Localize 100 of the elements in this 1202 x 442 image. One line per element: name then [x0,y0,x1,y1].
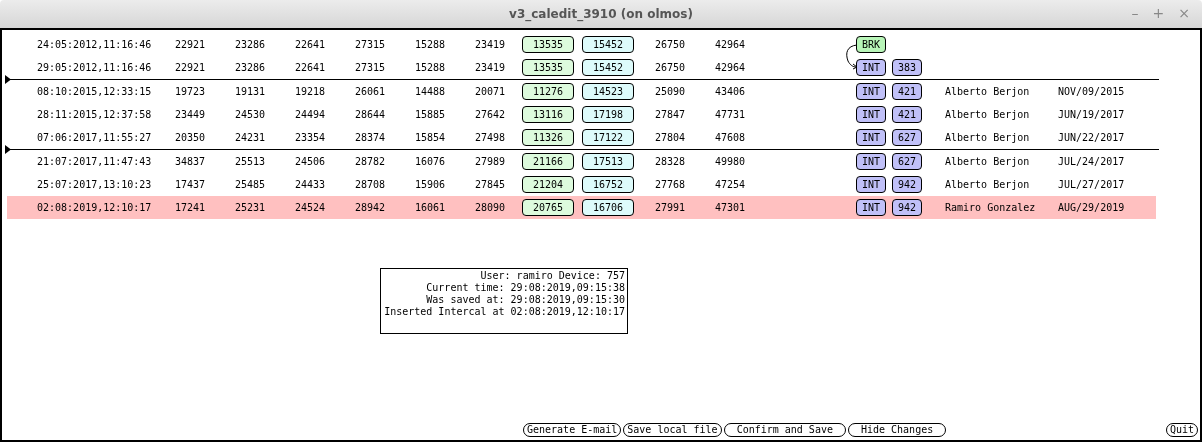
value-cell-text: 27315 [355,39,387,50]
value-field[interactable]: 20765 [522,199,574,216]
value-cell-text: 47608 [715,132,747,143]
number-tag[interactable]: 383 [892,59,922,76]
user-name: Ramiro Gonzalez [945,202,1037,213]
value-field[interactable]: 17513 [582,153,634,170]
quit-button[interactable]: Quit [1165,423,1198,437]
value-cell-text: 26750 [655,62,687,73]
value-field[interactable]: 13535 [522,36,574,53]
value-cell-text: 16076 [415,156,447,167]
date-cell-text: 29:05:2012,11:16:46 [37,62,153,73]
type-tag[interactable]: INT [856,153,886,170]
info-line: Was saved at: 29:08:2019,09:15:30 [426,294,625,306]
action-button[interactable]: Generate E-mail [523,423,622,437]
user-name: Alberto Berjon [945,86,1031,97]
user-name: Alberto Berjon [945,156,1031,167]
value-cell-text: 28942 [355,202,387,213]
type-tag[interactable]: INT [856,199,886,216]
value-field[interactable]: 17198 [582,106,634,123]
value-cell-text: 23286 [235,62,267,73]
value-cell-text: 24231 [235,132,267,143]
date-cell-text: 08:10:2015,12:33:15 [37,86,153,97]
value-cell-text: 27989 [475,156,507,167]
user-date: NOV/09/2015 [1058,86,1126,97]
value-field[interactable]: 15452 [582,59,634,76]
value-field[interactable]: 13535 [522,59,574,76]
value-cell-text: 24433 [295,179,327,190]
value-cell-text: 28708 [355,179,387,190]
table-row[interactable]: 21:07:2017,11:47:43 34837 25513 24506 28782 16076 27989 21166 17513 28328 49980 INT 627 Alberto Berjon JUL/24/2017 [7,150,1156,173]
table-row[interactable]: 24:05:2012,11:16:46 22921 23286 22641 27315 15288 23419 13535 15452 26750 42964 BRK [7,33,1156,56]
value-cell-text: 23419 [475,62,507,73]
value-cell-text: 25231 [235,202,267,213]
number-tag[interactable]: 942 [892,199,922,216]
value-cell-text: 27768 [655,179,687,190]
value-cell-text: 24530 [235,109,267,120]
type-tag[interactable]: BRK [856,36,886,53]
value-cell-text: 34837 [175,156,207,167]
value-cell-text: 24524 [295,202,327,213]
value-cell-text: 19723 [175,86,207,97]
type-tag[interactable]: INT [856,59,886,76]
date-cell-text: 28:11:2015,12:37:58 [37,109,153,120]
number-tag[interactable]: 421 [892,106,922,123]
type-tag[interactable]: INT [856,129,886,146]
value-cell-text: 27847 [655,109,687,120]
value-cell-text: 14488 [415,86,447,97]
value-cell-text: 27804 [655,132,687,143]
value-cell-text: 27315 [355,62,387,73]
action-button[interactable]: Confirm and Save [723,423,846,437]
value-field[interactable]: 11276 [522,83,574,100]
value-cell-text: 15288 [415,62,447,73]
value-cell-text: 28644 [355,109,387,120]
user-date: JUL/24/2017 [1058,156,1126,167]
value-field[interactable]: 16752 [582,176,634,193]
value-field[interactable]: 13116 [522,106,574,123]
value-cell-text: 25485 [235,179,267,190]
value-cell-text: 17437 [175,179,207,190]
value-cell-text: 26750 [655,39,687,50]
value-cell-text: 25090 [655,86,687,97]
user-name: Alberto Berjon [945,179,1031,190]
window-title: v3_caledit_3910 (on olmos) [509,7,693,21]
highlighted-row[interactable]: 02:08:2019,12:10:17 17241 25231 24524 28942 16061 28090 20765 16706 27991 47301 INT 942 Ramiro Gonzalez AUG/29/2019 [7,196,1156,219]
value-field[interactable]: 21166 [522,153,574,170]
value-cell-text: 15854 [415,132,447,143]
value-cell-text: 28782 [355,156,387,167]
value-field[interactable]: 21204 [522,176,574,193]
value-cell-text: 19218 [295,86,327,97]
number-tag[interactable]: 627 [892,129,922,146]
value-cell-text: 17241 [175,202,207,213]
table-row[interactable]: 25:07:2017,13:10:23 17437 25485 24433 28708 15906 27845 21204 16752 27768 47254 INT 942 Alberto Berjon JUL/27/2017 [7,173,1156,196]
value-field[interactable]: 17122 [582,129,634,146]
number-tag[interactable]: 421 [892,83,922,100]
value-cell-text: 23354 [295,132,327,143]
value-cell-text: 20350 [175,132,207,143]
value-cell-text: 22641 [295,62,327,73]
table-row[interactable]: 07:06:2017,11:55:27 20350 24231 23354 28374 15854 27498 11326 17122 27804 47608 INT 627 Alberto Berjon JUN/22/2017 [7,126,1156,149]
value-cell-text: 22921 [175,62,207,73]
value-cell-text: 28374 [355,132,387,143]
value-cell-text: 27845 [475,179,507,190]
value-cell-text: 20071 [475,86,507,97]
value-field[interactable]: 15452 [582,36,634,53]
table-row[interactable]: 29:05:2012,11:16:46 22921 23286 22641 27315 15288 23419 13535 15452 26750 42964 INT 383 [7,56,1156,79]
action-button[interactable]: Save local file [623,423,722,437]
type-tag[interactable]: INT [856,176,886,193]
info-line: Current time: 29:08:2019,09:15:38 [426,282,625,294]
user-date: JUL/27/2017 [1058,179,1126,190]
value-field[interactable]: 11326 [522,129,574,146]
value-cell-text: 24494 [295,109,327,120]
table-row[interactable]: 08:10:2015,12:33:15 19723 19131 19218 26061 14488 20071 11276 14523 25090 43406 INT 421 Alberto Berjon NOV/09/2015 [7,80,1156,103]
number-tag[interactable]: 942 [892,176,922,193]
value-cell-text: 27642 [475,109,507,120]
value-field[interactable]: 16706 [582,199,634,216]
type-tag[interactable]: INT [856,83,886,100]
value-field[interactable]: 14523 [582,83,634,100]
type-tag[interactable]: INT [856,106,886,123]
table-row[interactable]: 28:11:2015,12:37:58 23449 24530 24494 28644 15885 27642 13116 17198 27847 47731 INT 421 Alberto Berjon JUN/19/2017 [7,103,1156,126]
value-cell-text: 23419 [475,39,507,50]
value-cell-text: 28328 [655,156,687,167]
action-button[interactable]: Hide Changes [847,423,947,437]
number-tag[interactable]: 627 [892,153,922,170]
value-cell-text: 15885 [415,109,447,120]
